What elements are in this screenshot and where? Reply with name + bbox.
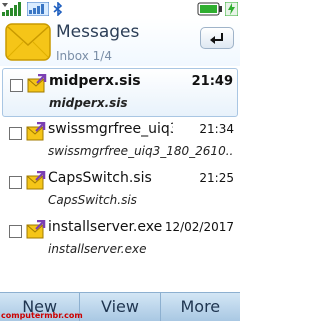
message-subject: CapsSwitch.sis — [48, 193, 137, 207]
status-bar — [0, 0, 240, 18]
bluetooth-icon — [53, 2, 63, 16]
select-checkbox[interactable] — [9, 127, 22, 140]
select-checkbox[interactable] — [10, 79, 23, 92]
message-subject: swissmgrfree_uiq3_180_2610... — [48, 144, 234, 158]
message-subject: installserver.exe — [48, 242, 147, 256]
folder-subtitle: Inbox 1/4 — [56, 49, 112, 63]
envelope-attachment-icon — [26, 171, 46, 190]
envelope-attachment-icon — [27, 74, 47, 93]
network-3g-icon — [27, 2, 49, 16]
select-checkbox[interactable] — [9, 176, 22, 189]
header: Messages Inbox 1/4 — [0, 18, 240, 66]
message-sender: swissmgrfree_uiq3_ — [48, 121, 173, 137]
message-time: 12/02/2017 — [164, 220, 234, 234]
page-title: Messages — [56, 22, 140, 42]
message-list: midperx.sis 21:49 midperx.sis swissmgrfr… — [0, 68, 240, 264]
envelope-icon — [5, 23, 51, 61]
message-sender: CapsSwitch.sis — [48, 170, 152, 186]
envelope-attachment-icon — [26, 220, 46, 239]
message-row[interactable]: installserver.exe 12/02/2017 installserv… — [0, 215, 240, 264]
message-time: 21:49 — [191, 74, 233, 89]
message-sender: installserver.exe — [48, 219, 163, 235]
envelope-attachment-icon — [26, 122, 46, 141]
message-subject: midperx.sis — [49, 96, 128, 110]
message-row[interactable]: CapsSwitch.sis 21:25 CapsSwitch.sis — [0, 166, 240, 215]
message-time: 21:34 — [199, 122, 234, 136]
signal-icon — [2, 2, 21, 16]
message-row[interactable]: midperx.sis 21:49 midperx.sis — [2, 68, 238, 117]
message-sender: midperx.sis — [49, 73, 141, 89]
select-checkbox[interactable] — [9, 225, 22, 238]
watermark: computermbr.com — [1, 311, 83, 320]
charging-icon — [225, 2, 238, 16]
back-arrow-icon — [210, 33, 223, 44]
battery-icon — [197, 2, 222, 16]
message-time: 21:25 — [199, 171, 234, 185]
more-button[interactable]: More — [161, 293, 240, 321]
view-button[interactable]: View — [80, 293, 161, 321]
back-button[interactable] — [200, 27, 234, 49]
message-row[interactable]: swissmgrfree_uiq3_ 21:34 swissmgrfree_ui… — [0, 117, 240, 166]
